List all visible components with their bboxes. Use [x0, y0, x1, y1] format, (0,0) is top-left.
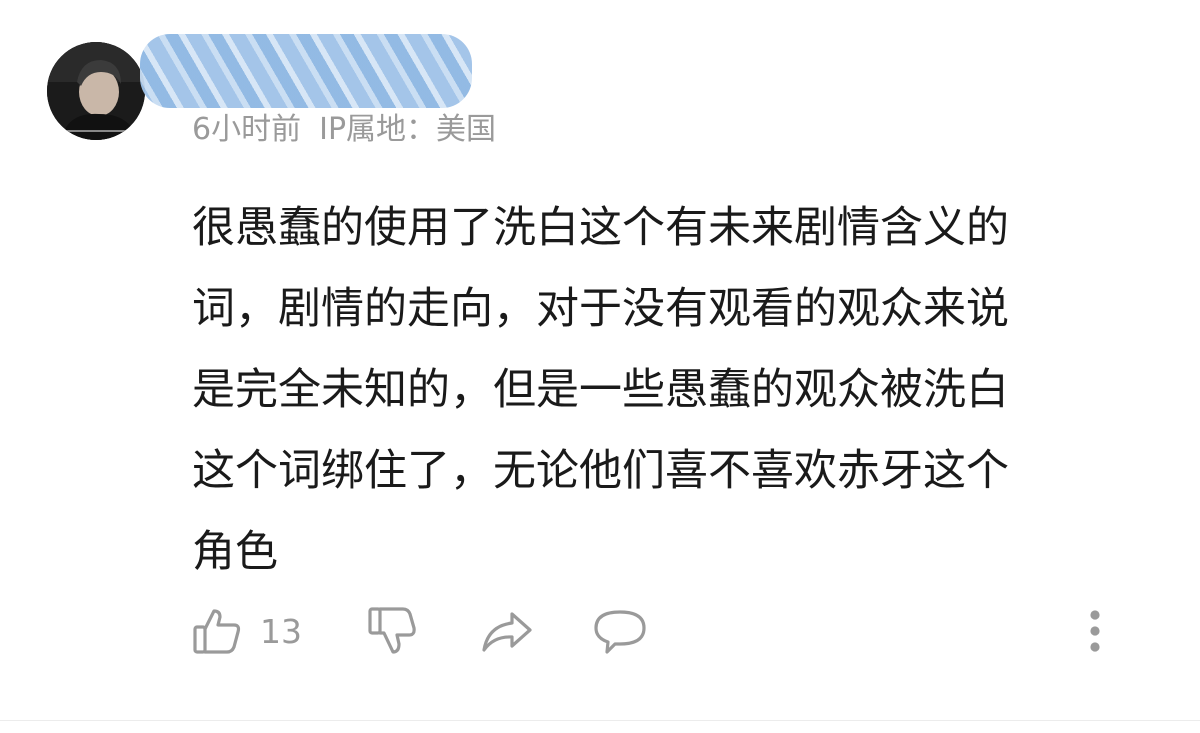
comment-text-line: 很愚蠢的使用了洗白这个有未来剧情含义的	[192, 203, 1009, 253]
comment-text-line: 是完全未知的，但是一些愚蠢的观众被洗白	[192, 365, 1009, 415]
share-icon	[480, 606, 534, 656]
share-button[interactable]	[480, 603, 534, 659]
dislike-button[interactable]	[366, 603, 418, 659]
comment-text: 很愚蠢的使用了洗白这个有未来剧情含义的 词，剧情的走向，对于没有观看的观众来说 …	[192, 188, 1152, 593]
like-button[interactable]: 13	[192, 603, 302, 659]
ip-location: IP属地：美国	[319, 112, 497, 147]
comment-text-line: 词，剧情的走向，对于没有观看的观众来说	[192, 284, 1009, 334]
username-redacted[interactable]	[140, 34, 472, 108]
divider	[0, 720, 1200, 721]
reply-button[interactable]	[593, 603, 647, 659]
comment-text-line: 这个词绑住了，无论他们喜不喜欢赤牙这个	[192, 446, 1009, 496]
comment-icon	[593, 606, 647, 656]
comment-time: 6小时前	[192, 112, 302, 147]
like-count: 13	[260, 611, 302, 651]
more-options-button[interactable]	[1080, 603, 1110, 659]
comment-meta: 6小时前 IP属地：美国	[192, 104, 496, 148]
thumbs-down-icon	[366, 605, 418, 657]
comment-text-line: 角色	[192, 527, 278, 577]
thumbs-up-icon	[192, 606, 242, 656]
comment-actions: 13	[0, 603, 1200, 659]
avatar[interactable]	[47, 42, 145, 140]
avatar-image	[47, 42, 145, 140]
more-vertical-icon	[1080, 607, 1110, 655]
